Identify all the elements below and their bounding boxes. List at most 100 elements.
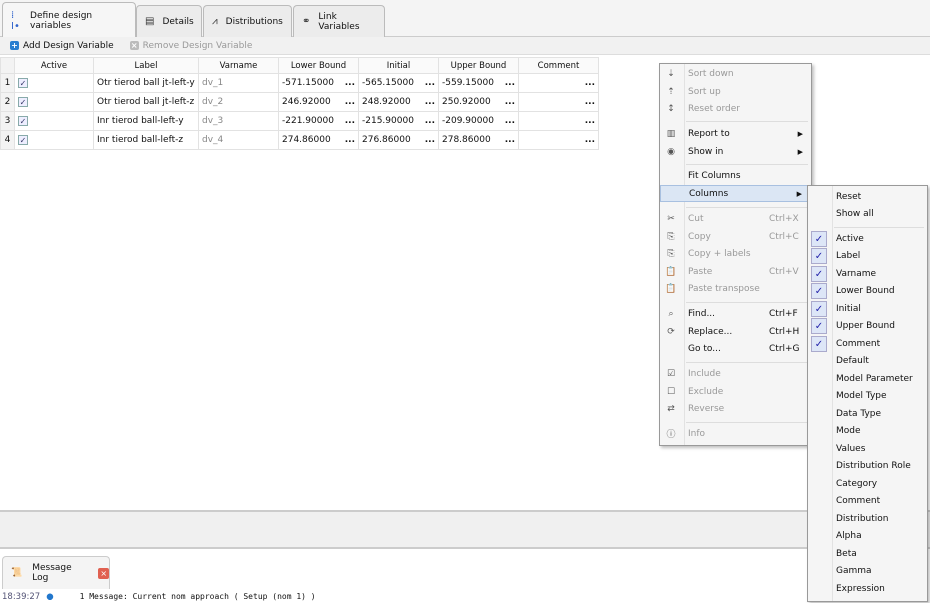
menu-item-sort-up[interactable]: ⇡ Sort up [660,83,811,100]
column-option-values[interactable]: Values [808,440,927,457]
initial-cell[interactable]: -565.15000... [358,73,439,93]
initial-cell[interactable]: 248.92000... [358,92,439,112]
column-option-reset[interactable]: Reset [808,188,927,205]
tab-define-design-variables[interactable]: ⁞I• Define design variables [2,2,136,38]
column-option-varname[interactable]: ✓ Varname [808,265,927,282]
menu-item-paste-transpose[interactable]: 📋 Paste transpose [660,280,811,297]
column-option-label[interactable]: ✓ Label [808,248,927,265]
column-option-comment[interactable]: Comment [808,493,927,510]
upper-cell[interactable]: 278.86000... [438,130,519,150]
active-checkbox[interactable]: ✓ [18,96,28,107]
label-cell[interactable]: Inr tierod ball-left-z [93,130,199,150]
column-option-mode[interactable]: Mode [808,423,927,440]
header-lower-bound[interactable]: Lower Bound [278,57,359,74]
column-option-initial[interactable]: ✓ Initial [808,300,927,317]
header-label[interactable]: Label [93,57,199,74]
label-cell[interactable]: Otr tierod ball jt-left-z [93,92,199,112]
upper-cell[interactable]: 250.92000... [438,92,519,112]
tab-link-variables[interactable]: ⚭ Link Variables [293,5,385,37]
ellipsis-button[interactable]: ... [585,116,595,126]
column-option-default[interactable]: Default [808,353,927,370]
menu-item-copy-labels[interactable]: ⎘ Copy + labels [660,245,811,262]
lower-cell[interactable]: -571.15000... [278,73,359,93]
ellipsis-button[interactable]: ... [425,97,435,107]
tab-message-log[interactable]: 📜 Message Log × [2,556,110,589]
lower-cell[interactable]: 274.86000... [278,130,359,150]
splitter-area[interactable] [0,510,930,549]
ellipsis-button[interactable]: ... [505,116,515,126]
varname-cell[interactable]: dv_2 [198,92,279,112]
comment-cell[interactable]: ... [518,130,599,150]
menu-item-go-to[interactable]: Go to... Ctrl+G [660,340,811,357]
column-option-active[interactable]: ✓ Active [808,230,927,247]
header-initial[interactable]: Initial [358,57,439,74]
menu-item-cut[interactable]: ✂ Cut Ctrl+X [660,210,811,227]
ellipsis-button[interactable]: ... [345,97,355,107]
header-varname[interactable]: Varname [198,57,279,74]
upper-cell[interactable]: -559.15000... [438,73,519,93]
comment-cell[interactable]: ... [518,92,599,112]
menu-item-report-to[interactable]: ▥ Report to ▶ [660,125,811,142]
menu-item-reset-order[interactable]: ↕ Reset order [660,100,811,117]
table-row[interactable]: 1 ✓ Otr tierod ball jt-left-y dv_1 -571.… [0,73,599,93]
lower-cell[interactable]: 246.92000... [278,92,359,112]
comment-cell[interactable]: ... [518,73,599,93]
lower-cell[interactable]: -221.90000... [278,111,359,131]
label-cell[interactable]: Otr tierod ball jt-left-y [93,73,199,93]
ellipsis-button[interactable]: ... [425,135,435,145]
column-option-gamma[interactable]: Gamma [808,563,927,580]
column-option-alpha[interactable]: Alpha [808,528,927,545]
ellipsis-button[interactable]: ... [505,97,515,107]
menu-item-reverse[interactable]: ⇄ Reverse [660,400,811,417]
menu-item-fit-columns[interactable]: Fit Columns [660,167,811,184]
column-option-expression[interactable]: Expression [808,580,927,597]
menu-item-paste[interactable]: 📋 Paste Ctrl+V [660,263,811,280]
menu-item-replace[interactable]: ⟳ Replace... Ctrl+H [660,323,811,340]
ellipsis-button[interactable]: ... [585,97,595,107]
initial-cell[interactable]: -215.90000... [358,111,439,131]
menu-item-info[interactable]: ⓘ Info [660,425,811,442]
menu-item-copy[interactable]: ⎘ Copy Ctrl+C [660,228,811,245]
active-checkbox[interactable]: ✓ [18,134,28,145]
column-option-model-type[interactable]: Model Type [808,388,927,405]
ellipsis-button[interactable]: ... [425,78,435,88]
header-active[interactable]: Active [14,57,94,74]
add-design-variable-button[interactable]: + Add Design Variable [10,41,114,51]
column-option-beta[interactable]: Beta [808,545,927,562]
menu-item-show-in[interactable]: ◉ Show in ▶ [660,143,811,160]
table-row[interactable]: 3 ✓ Inr tierod ball-left-y dv_3 -221.900… [0,111,599,131]
tab-details[interactable]: ▤ Details [136,5,202,37]
header-comment[interactable]: Comment [518,57,599,74]
menu-item-include[interactable]: ☑ Include [660,365,811,382]
menu-item-exclude[interactable]: ☐ Exclude [660,383,811,400]
column-option-category[interactable]: Category [808,475,927,492]
initial-cell[interactable]: 276.86000... [358,130,439,150]
varname-cell[interactable]: dv_1 [198,73,279,93]
ellipsis-button[interactable]: ... [345,135,355,145]
column-option-distribution[interactable]: Distribution [808,510,927,527]
upper-cell[interactable]: -209.90000... [438,111,519,131]
table-row[interactable]: 2 ✓ Otr tierod ball jt-left-z dv_2 246.9… [0,92,599,112]
close-icon[interactable]: × [98,567,109,579]
label-cell[interactable]: Inr tierod ball-left-y [93,111,199,131]
column-option-comment[interactable]: ✓ Comment [808,335,927,352]
tab-distributions[interactable]: ⩘ Distributions [203,5,292,37]
column-option-show-all[interactable]: Show all [808,206,927,223]
comment-cell[interactable]: ... [518,111,599,131]
menu-item-columns[interactable]: Columns ▶ [660,185,811,202]
ellipsis-button[interactable]: ... [425,116,435,126]
column-option-lower-bound[interactable]: ✓ Lower Bound [808,283,927,300]
header-upper-bound[interactable]: Upper Bound [438,57,519,74]
varname-cell[interactable]: dv_4 [198,130,279,150]
ellipsis-button[interactable]: ... [505,135,515,145]
column-option-data-type[interactable]: Data Type [808,405,927,422]
ellipsis-button[interactable]: ... [585,135,595,145]
ellipsis-button[interactable]: ... [585,78,595,88]
ellipsis-button[interactable]: ... [345,78,355,88]
ellipsis-button[interactable]: ... [345,116,355,126]
menu-item-sort-down[interactable]: ⇣ Sort down [660,65,811,82]
active-checkbox[interactable]: ✓ [18,77,28,88]
table-row[interactable]: 4 ✓ Inr tierod ball-left-z dv_4 274.8600… [0,130,599,150]
column-option-model-parameter[interactable]: Model Parameter [808,370,927,387]
ellipsis-button[interactable]: ... [505,78,515,88]
